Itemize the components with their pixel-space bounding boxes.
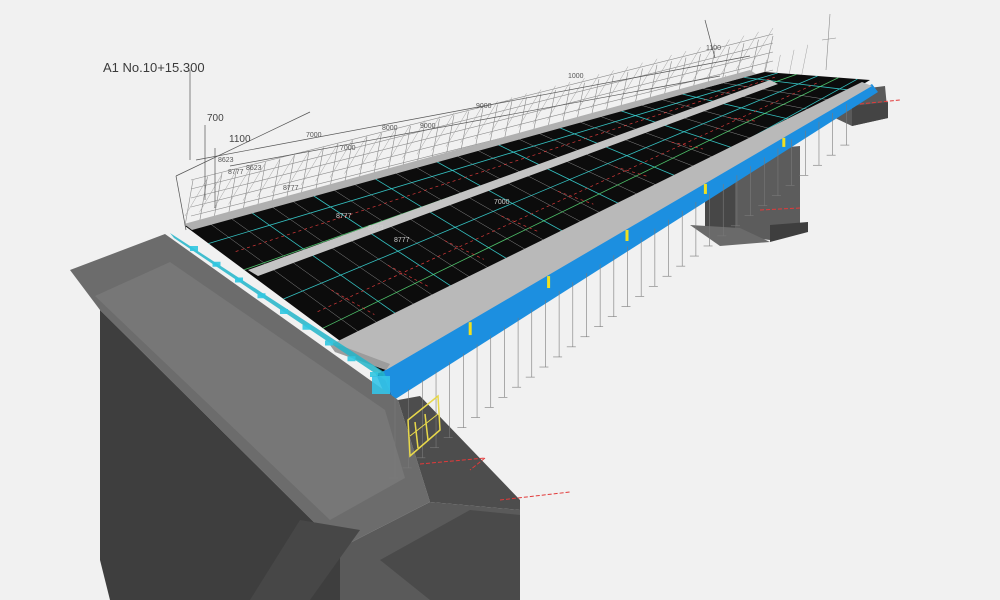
scaffold-brace xyxy=(721,35,745,74)
seat-marker xyxy=(212,261,221,267)
scaffold-brace xyxy=(750,27,774,66)
scaffold-post xyxy=(801,44,808,75)
dim-label-far: 1100 xyxy=(706,45,721,52)
dim-label-deck-3: 8777 xyxy=(394,237,410,244)
seat-marker xyxy=(302,324,311,330)
dim-label-1100: 1100 xyxy=(229,134,251,145)
dim-label-top-2: 7000 xyxy=(340,145,356,152)
seat-marker xyxy=(257,293,266,299)
scaffold-mast xyxy=(821,37,837,41)
stiffener-marker xyxy=(625,230,629,241)
seat-marker xyxy=(372,376,390,394)
dim-label-stack-2: 8777 xyxy=(228,169,244,176)
dim-label-top-6: 9000 xyxy=(476,103,492,110)
seat-marker xyxy=(235,277,243,283)
station-label-group: A1 No.10+15.300 xyxy=(103,60,205,75)
dim-label-deck-1: 8777 xyxy=(336,213,352,220)
dim-label-stack-4: 8777 xyxy=(283,185,299,192)
scaffold-post xyxy=(184,179,194,227)
dim-label-700: 700 xyxy=(207,113,224,124)
scaffold-post xyxy=(271,158,281,203)
seat-marker xyxy=(347,356,356,362)
dim-label-top-3: 8000 xyxy=(382,125,398,132)
dim-label-deck-4: 7000 xyxy=(494,199,510,206)
stiffener-marker xyxy=(468,322,472,336)
dim-label-top-4: 9000 xyxy=(420,123,436,130)
bridge-3d-viewport[interactable]: A1 No.10+15.300 700 1100 8623 8777 8623 … xyxy=(0,0,1000,600)
scaffold-brace xyxy=(590,70,614,109)
dim-label-top-1: 7000 xyxy=(306,132,322,139)
seat-marker xyxy=(325,340,333,346)
stiffener-marker xyxy=(703,183,707,194)
scaffold-brace xyxy=(561,77,585,117)
scaffold-post xyxy=(750,39,759,76)
station-label: A1 No.10+15.300 xyxy=(103,60,205,75)
stiffener-marker xyxy=(547,276,551,289)
scaffold-brace xyxy=(735,31,759,70)
dim-label-deck-2: 8623 xyxy=(368,225,384,232)
stiffener-marker xyxy=(782,137,786,147)
dim-label-stack-3: 8623 xyxy=(246,165,262,172)
seat-marker xyxy=(190,246,198,251)
scaffold-brace xyxy=(605,66,629,105)
seat-marker xyxy=(280,309,288,314)
scaffold-mast xyxy=(825,13,831,71)
scaffold-post xyxy=(242,165,252,211)
dim-label-top-5: 1000 xyxy=(568,73,584,80)
dim-label-stack-1: 8623 xyxy=(218,157,234,164)
scaffold-post xyxy=(199,176,208,223)
